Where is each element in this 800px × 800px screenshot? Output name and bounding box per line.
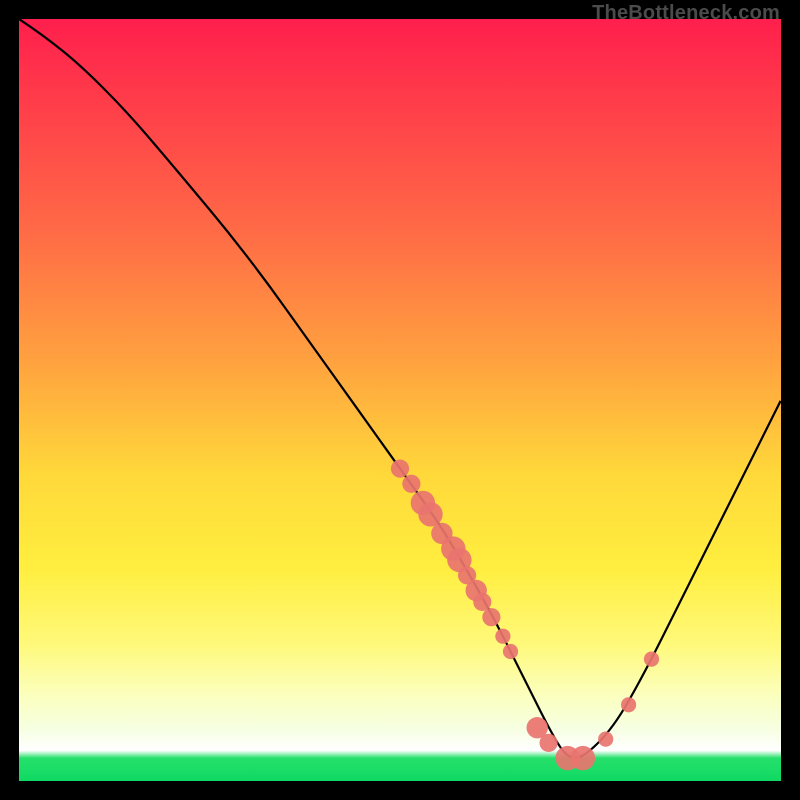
chart-frame: TheBottleneck.com — [0, 0, 800, 800]
scatter-dot — [402, 475, 420, 493]
scatter-dot — [418, 502, 442, 526]
bottleneck-curve — [19, 19, 781, 758]
scatter-dot — [495, 629, 510, 644]
scatter-dot — [503, 644, 518, 659]
chart-svg — [19, 19, 781, 781]
scatter-dots — [391, 460, 659, 771]
scatter-dot — [482, 608, 500, 626]
scatter-dot — [391, 460, 409, 478]
scatter-dot — [473, 593, 491, 611]
scatter-dot — [540, 734, 558, 752]
scatter-dot — [644, 652, 659, 667]
scatter-dot — [598, 732, 613, 747]
plot-area — [19, 19, 781, 781]
scatter-dot — [621, 697, 636, 712]
scatter-dot — [571, 746, 595, 770]
watermark-text: TheBottleneck.com — [592, 2, 780, 25]
